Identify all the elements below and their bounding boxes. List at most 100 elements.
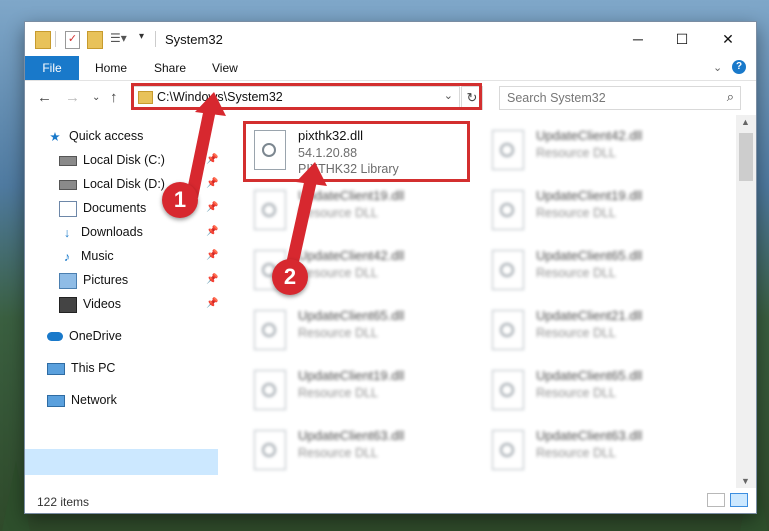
tab-view[interactable]: View	[212, 56, 238, 80]
sidebar-item-label: This PC	[71, 361, 116, 375]
music-icon: ♪	[63, 249, 71, 264]
file-tile[interactable]: UpdateClient65.dll Resource DLL	[248, 304, 473, 360]
search-placeholder: Search System32	[507, 91, 606, 105]
up-arrow-icon[interactable]: ↑	[110, 89, 118, 106]
back-arrow-icon[interactable]: ←	[37, 89, 52, 106]
file-name: UpdateClient21.dll	[536, 308, 643, 323]
sidebar-item-videos[interactable]: Videos	[59, 293, 121, 315]
file-description: Resource DLL	[298, 326, 378, 340]
sidebar-item-onedrive[interactable]: OneDrive	[47, 325, 122, 347]
file-name: UpdateClient19.dll	[298, 188, 405, 203]
properties-icon[interactable]: ✓	[65, 31, 80, 49]
step-1-badge: 1	[162, 182, 198, 218]
search-icon[interactable]: ⌕	[727, 89, 734, 105]
file-description: Resource DLL	[536, 446, 616, 460]
drive-icon	[59, 179, 77, 190]
file-name: UpdateClient65.dll	[536, 248, 643, 263]
search-input[interactable]: Search System32 ⌕	[499, 86, 741, 110]
new-folder-icon[interactable]	[87, 31, 103, 49]
downloads-icon: ↓	[63, 225, 71, 240]
sidebar-item-label: OneDrive	[69, 329, 122, 343]
documents-icon	[59, 200, 77, 217]
file-tile[interactable]: UpdateClient65.dll Resource DLL	[486, 364, 711, 420]
sidebar-item-label: Downloads	[81, 225, 143, 239]
dropdown-icon[interactable]: ▾	[139, 31, 149, 47]
highlight-file-tile	[243, 121, 470, 182]
tab-share[interactable]: Share	[154, 56, 186, 80]
selected-item-highlight	[25, 449, 218, 475]
drive-icon	[59, 155, 77, 166]
pin-icon[interactable]: 📌	[206, 250, 218, 261]
help-icon[interactable]: ?	[732, 60, 746, 74]
sidebar-item-local-disk-d[interactable]: Local Disk (D:)	[59, 173, 165, 195]
pin-icon[interactable]: 📌	[206, 202, 218, 213]
file-name: UpdateClient19.dll	[536, 188, 643, 203]
file-description: Resource DLL	[536, 386, 616, 400]
file-tile[interactable]: UpdateClient63.dll Resource DLL	[486, 424, 711, 480]
separator	[155, 31, 156, 47]
file-name: UpdateClient19.dll	[298, 368, 405, 383]
folder-icon	[35, 31, 51, 49]
file-tile[interactable]: UpdateClient21.dll Resource DLL	[486, 304, 711, 360]
file-description: Resource DLL	[298, 266, 378, 280]
file-name: UpdateClient65.dll	[298, 308, 405, 323]
file-tile[interactable]: UpdateClient42.dll Resource DLL	[486, 124, 711, 180]
sidebar-item-documents[interactable]: Documents	[59, 197, 146, 219]
file-tile[interactable]: UpdateClient65.dll Resource DLL	[486, 244, 711, 300]
customize-toolbar-icon[interactable]: ☰▾	[110, 31, 127, 47]
title-bar: ✓ ☰▾ ▾ System32 ─ ☐ ✕	[25, 22, 756, 56]
tab-home[interactable]: Home	[95, 56, 127, 80]
expand-ribbon-icon[interactable]: ⌄	[713, 56, 722, 80]
explorer-window: ✓ ☰▾ ▾ System32 ─ ☐ ✕ File Home Share Vi…	[25, 22, 756, 513]
recent-locations-icon[interactable]: ⌄	[92, 92, 100, 103]
large-icons-view-icon[interactable]	[730, 493, 748, 507]
sidebar-item-music[interactable]: ♪ Music	[59, 245, 114, 267]
dll-file-icon	[492, 310, 524, 350]
dll-file-icon	[254, 310, 286, 350]
sidebar-item-label: Videos	[83, 297, 121, 311]
pin-icon[interactable]: 📌	[206, 298, 218, 309]
dll-file-icon	[492, 130, 524, 170]
sidebar-item-pictures[interactable]: Pictures	[59, 269, 128, 291]
sidebar-item-this-pc[interactable]: This PC	[47, 357, 115, 379]
sidebar-item-label: Pictures	[83, 273, 129, 287]
pin-icon[interactable]: 📌	[206, 226, 218, 237]
computer-icon	[47, 362, 65, 375]
file-tile[interactable]: UpdateClient19.dll Resource DLL	[486, 184, 711, 240]
pin-icon[interactable]: 📌	[206, 274, 218, 285]
details-view-icon[interactable]	[707, 493, 725, 507]
sidebar-item-label: Documents	[83, 201, 147, 215]
pin-icon[interactable]: 📌	[206, 154, 218, 165]
star-icon: ★	[49, 129, 61, 144]
file-name: UpdateClient42.dll	[536, 128, 643, 143]
sidebar-item-quick-access[interactable]: ★ Quick access	[47, 125, 143, 147]
pin-icon[interactable]: 📌	[206, 178, 218, 189]
scrollbar-thumb[interactable]	[739, 133, 753, 181]
file-description: Resource DLL	[536, 266, 616, 280]
minimize-button[interactable]: ─	[616, 26, 660, 52]
close-button[interactable]: ✕	[706, 26, 750, 52]
scroll-down-icon[interactable]: ▼	[741, 476, 750, 486]
file-tile[interactable]: UpdateClient19.dll Resource DLL	[248, 364, 473, 420]
vertical-scrollbar[interactable]: ▲ ▼	[736, 115, 756, 488]
sidebar-item-label: Music	[81, 249, 114, 263]
status-bar: 122 items	[25, 488, 756, 513]
sidebar-item-network[interactable]: Network	[47, 389, 117, 411]
file-description: Resource DLL	[536, 146, 616, 160]
file-tile[interactable]: UpdateClient19.dll Resource DLL	[248, 184, 473, 240]
sidebar-item-local-disk-c[interactable]: Local Disk (C:)	[59, 149, 165, 171]
file-tile[interactable]: UpdateClient63.dll Resource DLL	[248, 424, 473, 480]
forward-arrow-icon[interactable]: →	[65, 89, 80, 106]
sidebar-item-label: Network	[71, 393, 117, 407]
scroll-up-icon[interactable]: ▲	[741, 117, 750, 127]
sidebar-item-downloads[interactable]: ↓ Downloads	[59, 221, 143, 243]
dll-file-icon	[492, 430, 524, 470]
file-description: Resource DLL	[298, 446, 378, 460]
sidebar-item-label: Quick access	[69, 129, 144, 143]
maximize-button[interactable]: ☐	[660, 26, 704, 52]
tab-file[interactable]: File	[25, 56, 79, 80]
cloud-icon	[47, 332, 63, 342]
dll-file-icon	[492, 250, 524, 290]
pictures-icon	[59, 272, 77, 289]
dll-file-icon	[492, 370, 524, 410]
